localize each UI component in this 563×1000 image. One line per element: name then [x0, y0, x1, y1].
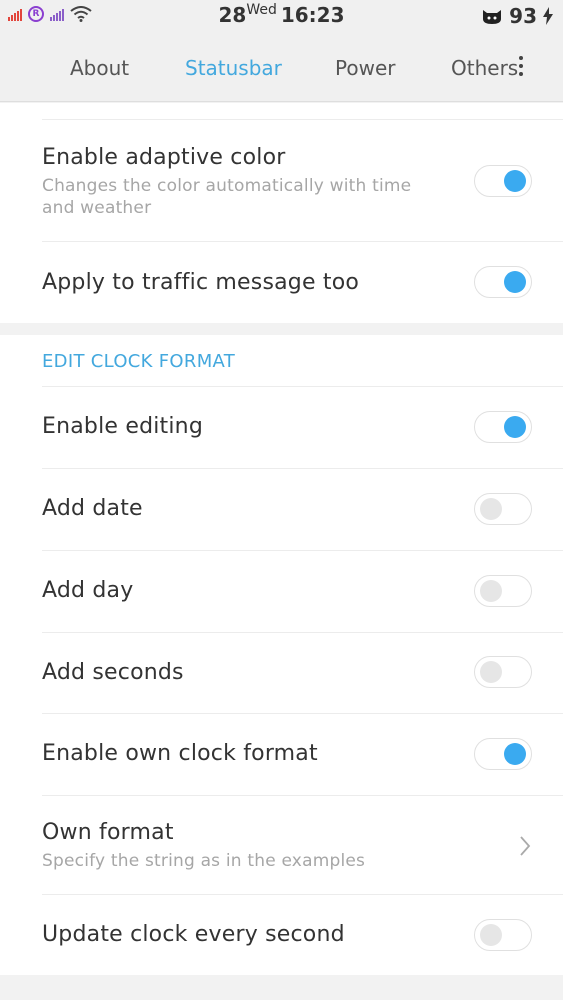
tab-bar: About Statusbar Power Others	[0, 36, 563, 102]
status-clock: 28Wed 16:23	[0, 2, 563, 27]
tab-statusbar[interactable]: Statusbar	[185, 56, 282, 80]
setting-title: Enable own clock format	[42, 741, 318, 766]
setting-add-day[interactable]: Add day	[42, 550, 563, 632]
setting-enable-editing[interactable]: Enable editing	[42, 386, 563, 468]
setting-title: Update clock every second	[42, 922, 345, 947]
status-time: 16:23	[280, 3, 345, 27]
status-bar: R 28Wed 16:23 93	[0, 0, 563, 36]
setting-title: Add seconds	[42, 660, 184, 685]
tab-others[interactable]: Others	[451, 56, 518, 80]
tab-about[interactable]: About	[70, 56, 129, 80]
enable-editing-toggle[interactable]	[474, 411, 532, 443]
setting-summary: Changes the color automatically with tim…	[42, 176, 412, 218]
category-header: EDIT CLOCK FORMAT	[42, 351, 236, 372]
adaptive-color-toggle[interactable]	[474, 165, 532, 197]
more-options-icon[interactable]	[517, 56, 525, 80]
status-icons-right: 93	[481, 4, 553, 28]
battery-level: 93	[509, 4, 537, 28]
chevron-right-icon	[520, 836, 531, 856]
setting-apply-to-traffic-message[interactable]: Apply to traffic message too	[42, 241, 563, 323]
section-adaptive-color: Enable adaptive color Changes the color …	[0, 103, 563, 323]
traffic-message-toggle[interactable]	[474, 266, 532, 298]
setting-title: Own format	[42, 820, 174, 845]
setting-title: Apply to traffic message too	[42, 270, 360, 295]
add-seconds-toggle[interactable]	[474, 656, 532, 688]
add-date-toggle[interactable]	[474, 493, 532, 525]
setting-title: Enable editing	[42, 414, 203, 439]
setting-enable-adaptive-color[interactable]: Enable adaptive color Changes the color …	[42, 120, 563, 241]
setting-add-seconds[interactable]: Add seconds	[42, 632, 563, 713]
own-clock-format-toggle[interactable]	[474, 738, 532, 770]
section-edit-clock-format: EDIT CLOCK FORMAT Enable editing Add dat…	[0, 335, 563, 975]
setting-add-date[interactable]: Add date	[42, 468, 563, 550]
cat-icon	[483, 10, 502, 24]
update-every-second-toggle[interactable]	[474, 919, 532, 951]
status-date: 28	[218, 3, 247, 27]
add-day-toggle[interactable]	[474, 575, 532, 607]
setting-update-clock-every-second[interactable]: Update clock every second	[42, 894, 563, 975]
charging-bolt-icon	[543, 7, 553, 25]
setting-title: Add date	[42, 496, 143, 521]
setting-title: Enable adaptive color	[42, 145, 286, 170]
tab-power[interactable]: Power	[335, 56, 395, 80]
setting-title: Add day	[42, 578, 134, 603]
setting-own-format[interactable]: Own format Specify the string as in the …	[42, 795, 563, 894]
setting-enable-own-clock-format[interactable]: Enable own clock format	[42, 713, 563, 795]
setting-summary: Specify the string as in the examples	[42, 851, 366, 871]
status-day: Wed	[246, 2, 277, 18]
